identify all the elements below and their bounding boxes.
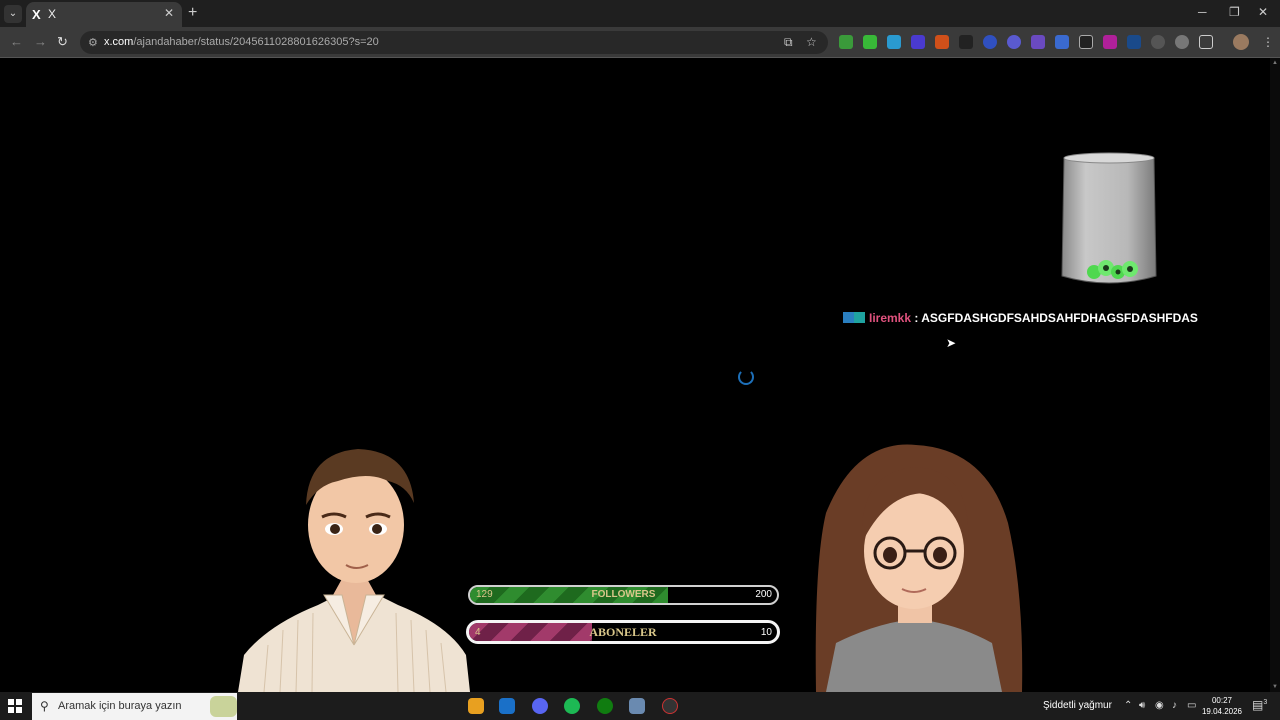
bookmark-star-icon[interactable]: ☆ — [806, 35, 817, 49]
close-window-icon[interactable]: ✕ — [1258, 5, 1268, 19]
x-logo-icon: X — [32, 7, 41, 22]
female-character-avatar — [815, 444, 1023, 692]
maximize-icon[interactable]: ❐ — [1229, 5, 1240, 19]
extension-4-icon[interactable] — [911, 35, 925, 49]
profile-avatar[interactable] — [1233, 34, 1249, 50]
new-tab-icon[interactable]: + — [188, 4, 197, 22]
notification-count: 3 — [1263, 699, 1268, 706]
tray-chevron-icon[interactable]: ⌃ — [1124, 700, 1132, 711]
notification-center-icon[interactable]: ▤3 — [1252, 698, 1267, 712]
clock-date: 19.04.2026 — [1201, 707, 1243, 716]
extension-5-icon[interactable] — [935, 35, 949, 49]
extension-11-icon[interactable] — [1079, 35, 1093, 49]
extensions-puzzle-icon[interactable] — [1199, 35, 1213, 49]
file-explorer-icon[interactable] — [468, 698, 484, 714]
extension-6-icon[interactable] — [959, 35, 973, 49]
subscriber-badge-icon — [854, 312, 865, 323]
url-host: x.com — [104, 36, 134, 48]
extension-8-icon[interactable] — [1007, 35, 1021, 49]
chat-message: Iiremkk : ASGFDASHGDFSAHDSAHFDHAGSFDASHF… — [843, 311, 1198, 325]
extension-1-icon[interactable] — [839, 35, 853, 49]
extension-12-icon[interactable] — [1103, 35, 1117, 49]
tab-x[interactable]: X X ✕ — [26, 2, 182, 27]
scroll-down-icon[interactable]: ▼ — [1272, 684, 1278, 690]
weather-text[interactable]: Şiddetli yağmur — [1043, 700, 1112, 711]
install-app-icon[interactable]: ⧉ — [784, 35, 793, 50]
extension-7-icon[interactable] — [983, 35, 997, 49]
prime-badge-icon — [843, 312, 854, 323]
extension-13-icon[interactable] — [1127, 35, 1141, 49]
chat-separator: : — [914, 311, 919, 325]
subscribers-goal-bar: 4 ABONELER 10 — [466, 620, 780, 644]
app-icon[interactable] — [629, 698, 645, 714]
taskbar-clock[interactable]: 00:27 19.04.2026 — [1200, 695, 1244, 717]
extension-9-icon[interactable] — [1031, 35, 1045, 49]
extension-14-icon[interactable] — [1151, 35, 1165, 49]
minimize-icon[interactable]: ─ — [1198, 5, 1207, 19]
tip-jar-cup — [1061, 152, 1157, 284]
volume-icon[interactable]: 🔊︎ — [1139, 700, 1145, 711]
outlook-icon[interactable] — [499, 698, 515, 714]
browser-tab-bar: ⌄ X X ✕ + ─ ❐ ✕ — [0, 0, 1280, 27]
url-path: /ajandahaber/status/2045611028801626305?… — [133, 36, 379, 48]
reload-icon[interactable]: ↻ — [57, 34, 68, 50]
tab-search-button[interactable]: ⌄ — [4, 5, 22, 23]
clock-time: 00:27 — [1211, 696, 1233, 705]
extension-15-icon[interactable] — [1175, 35, 1189, 49]
chat-text: ASGFDASHGDFSAHDSAHFDHAGSFDASHFDAS — [921, 311, 1198, 325]
scroll-up-icon[interactable]: ▲ — [1272, 60, 1278, 66]
tab-title: X — [48, 7, 57, 21]
search-highlight-image — [210, 696, 237, 717]
windows-start-icon[interactable] — [8, 699, 22, 713]
address-bar[interactable]: ⚙ x.com/ajandahaber/status/2045611028801… — [80, 31, 828, 54]
subscribers-target: 10 — [760, 627, 772, 638]
chat-username: Iiremkk — [869, 311, 912, 325]
back-icon[interactable]: ← — [10, 34, 23, 49]
search-placeholder: Aramak için buraya yazın — [58, 700, 182, 712]
tab-close-icon[interactable]: ✕ — [164, 6, 174, 20]
obs-icon[interactable] — [662, 698, 678, 714]
extension-2-icon[interactable] — [863, 35, 877, 49]
forward-icon[interactable]: → — [34, 34, 47, 49]
followers-target: 200 — [755, 589, 772, 600]
network-icon[interactable]: ▭ — [1187, 700, 1196, 711]
browser-menu-icon[interactable]: ⋮ — [1262, 35, 1274, 49]
mouse-cursor-icon: ➤ — [946, 336, 957, 350]
page-scrollbar[interactable]: ▲ ▼ — [1270, 58, 1280, 692]
spotify-icon[interactable] — [564, 698, 580, 714]
search-icon: ⚲ — [40, 699, 49, 713]
followers-goal-bar: 129 FOLLOWERS 200 — [468, 585, 779, 605]
taskbar-search-box[interactable]: ⚲ Aramak için buraya yazın — [32, 693, 237, 720]
subscribers-label: ABONELER — [589, 625, 657, 639]
loading-spinner-icon — [738, 369, 754, 385]
followers-label: FOLLOWERS — [591, 589, 656, 600]
site-info-icon[interactable]: ⚙ — [88, 36, 98, 49]
male-character-avatar — [238, 449, 470, 692]
browser-toolbar: ← → ↻ ⚙ x.com/ajandahaber/status/2045611… — [0, 27, 1280, 58]
discord-icon[interactable] — [532, 698, 548, 714]
extension-3-icon[interactable] — [887, 35, 901, 49]
xbox-icon[interactable] — [597, 698, 613, 714]
microphone-icon[interactable]: ♪ — [1172, 700, 1177, 711]
tray-app-icon[interactable]: ◉ — [1155, 700, 1164, 711]
extension-10-icon[interactable] — [1055, 35, 1069, 49]
url-text: x.com/ajandahaber/status/204561102880162… — [104, 36, 379, 48]
